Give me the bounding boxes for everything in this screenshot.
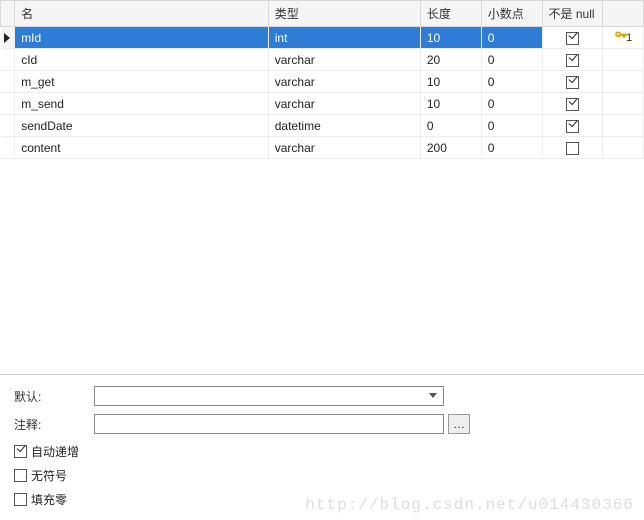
comment-input[interactable] (94, 414, 444, 434)
default-value-combo[interactable] (94, 386, 444, 406)
table-row[interactable]: m_getvarchar100 (1, 71, 644, 93)
table-row[interactable]: mIdint100 1 (1, 27, 644, 49)
auto-increment-label: 自动递增 (31, 443, 79, 460)
row-marker (1, 137, 15, 159)
row-marker (1, 71, 15, 93)
cell-not-null[interactable] (542, 115, 603, 137)
cell-primary-key[interactable] (603, 93, 644, 115)
chevron-down-icon (427, 389, 441, 403)
cell-name[interactable]: mId (15, 27, 269, 49)
header-marker (1, 1, 15, 27)
cell-length[interactable]: 0 (420, 115, 481, 137)
cell-primary-key[interactable]: 1 (603, 27, 644, 49)
comment-label: 注释: (14, 416, 94, 433)
cell-primary-key[interactable] (603, 115, 644, 137)
header-name[interactable]: 名 (15, 1, 269, 27)
default-label: 默认: (14, 388, 94, 405)
cell-type[interactable]: varchar (268, 137, 420, 159)
cell-decimals[interactable]: 0 (481, 27, 542, 49)
ellipsis-icon: … (453, 417, 465, 431)
cell-name[interactable]: m_send (15, 93, 269, 115)
header-length[interactable]: 长度 (420, 1, 481, 27)
table-row[interactable]: sendDatedatetime00 (1, 115, 644, 137)
table-row[interactable]: cIdvarchar200 (1, 49, 644, 71)
cell-name[interactable]: cId (15, 49, 269, 71)
cell-length[interactable]: 10 (420, 27, 481, 49)
current-row-icon (4, 33, 10, 43)
cell-primary-key[interactable] (603, 49, 644, 71)
not-null-checkbox[interactable] (566, 76, 579, 89)
cell-decimals[interactable]: 0 (481, 115, 542, 137)
cell-type[interactable]: datetime (268, 115, 420, 137)
cell-type[interactable]: int (268, 27, 420, 49)
cell-name[interactable]: m_get (15, 71, 269, 93)
cell-not-null[interactable] (542, 49, 603, 71)
row-marker (1, 93, 15, 115)
cell-type[interactable]: varchar (268, 71, 420, 93)
cell-decimals[interactable]: 0 (481, 71, 542, 93)
not-null-checkbox[interactable] (566, 54, 579, 67)
comment-more-button[interactable]: … (448, 414, 470, 434)
table-designer-grid: 名 类型 长度 小数点 不是 null mIdint1001cIdvarchar… (0, 0, 644, 375)
header-decimals[interactable]: 小数点 (481, 1, 542, 27)
cell-not-null[interactable] (542, 137, 603, 159)
row-marker (1, 27, 15, 49)
cell-decimals[interactable]: 0 (481, 93, 542, 115)
row-marker (1, 115, 15, 137)
cell-decimals[interactable]: 0 (481, 49, 542, 71)
cell-name[interactable]: content (15, 137, 269, 159)
cell-not-null[interactable] (542, 71, 603, 93)
not-null-checkbox[interactable] (566, 32, 579, 45)
field-properties-panel: 默认: 注释: … 自动递增 无符号 填充零 (0, 375, 644, 519)
zerofill-checkbox[interactable] (14, 493, 27, 506)
cell-name[interactable]: sendDate (15, 115, 269, 137)
table-row[interactable]: contentvarchar2000 (1, 137, 644, 159)
table-row[interactable]: m_sendvarchar100 (1, 93, 644, 115)
not-null-checkbox[interactable] (566, 120, 579, 133)
cell-length[interactable]: 20 (420, 49, 481, 71)
not-null-checkbox[interactable] (566, 142, 579, 155)
header-type[interactable]: 类型 (268, 1, 420, 27)
auto-increment-checkbox[interactable] (14, 445, 27, 458)
header-not-null[interactable]: 不是 null (542, 1, 603, 27)
header-row: 名 类型 长度 小数点 不是 null (1, 1, 644, 27)
cell-not-null[interactable] (542, 27, 603, 49)
header-key[interactable] (603, 1, 644, 27)
unsigned-label: 无符号 (31, 467, 67, 484)
row-marker (1, 49, 15, 71)
unsigned-checkbox[interactable] (14, 469, 27, 482)
cell-type[interactable]: varchar (268, 93, 420, 115)
cell-length[interactable]: 10 (420, 93, 481, 115)
cell-type[interactable]: varchar (268, 49, 420, 71)
cell-not-null[interactable] (542, 93, 603, 115)
cell-primary-key[interactable] (603, 71, 644, 93)
cell-decimals[interactable]: 0 (481, 137, 542, 159)
not-null-checkbox[interactable] (566, 98, 579, 111)
cell-length[interactable]: 200 (420, 137, 481, 159)
key-index: 1 (626, 32, 632, 44)
cell-length[interactable]: 10 (420, 71, 481, 93)
zerofill-label: 填充零 (31, 491, 67, 508)
cell-primary-key[interactable] (603, 137, 644, 159)
